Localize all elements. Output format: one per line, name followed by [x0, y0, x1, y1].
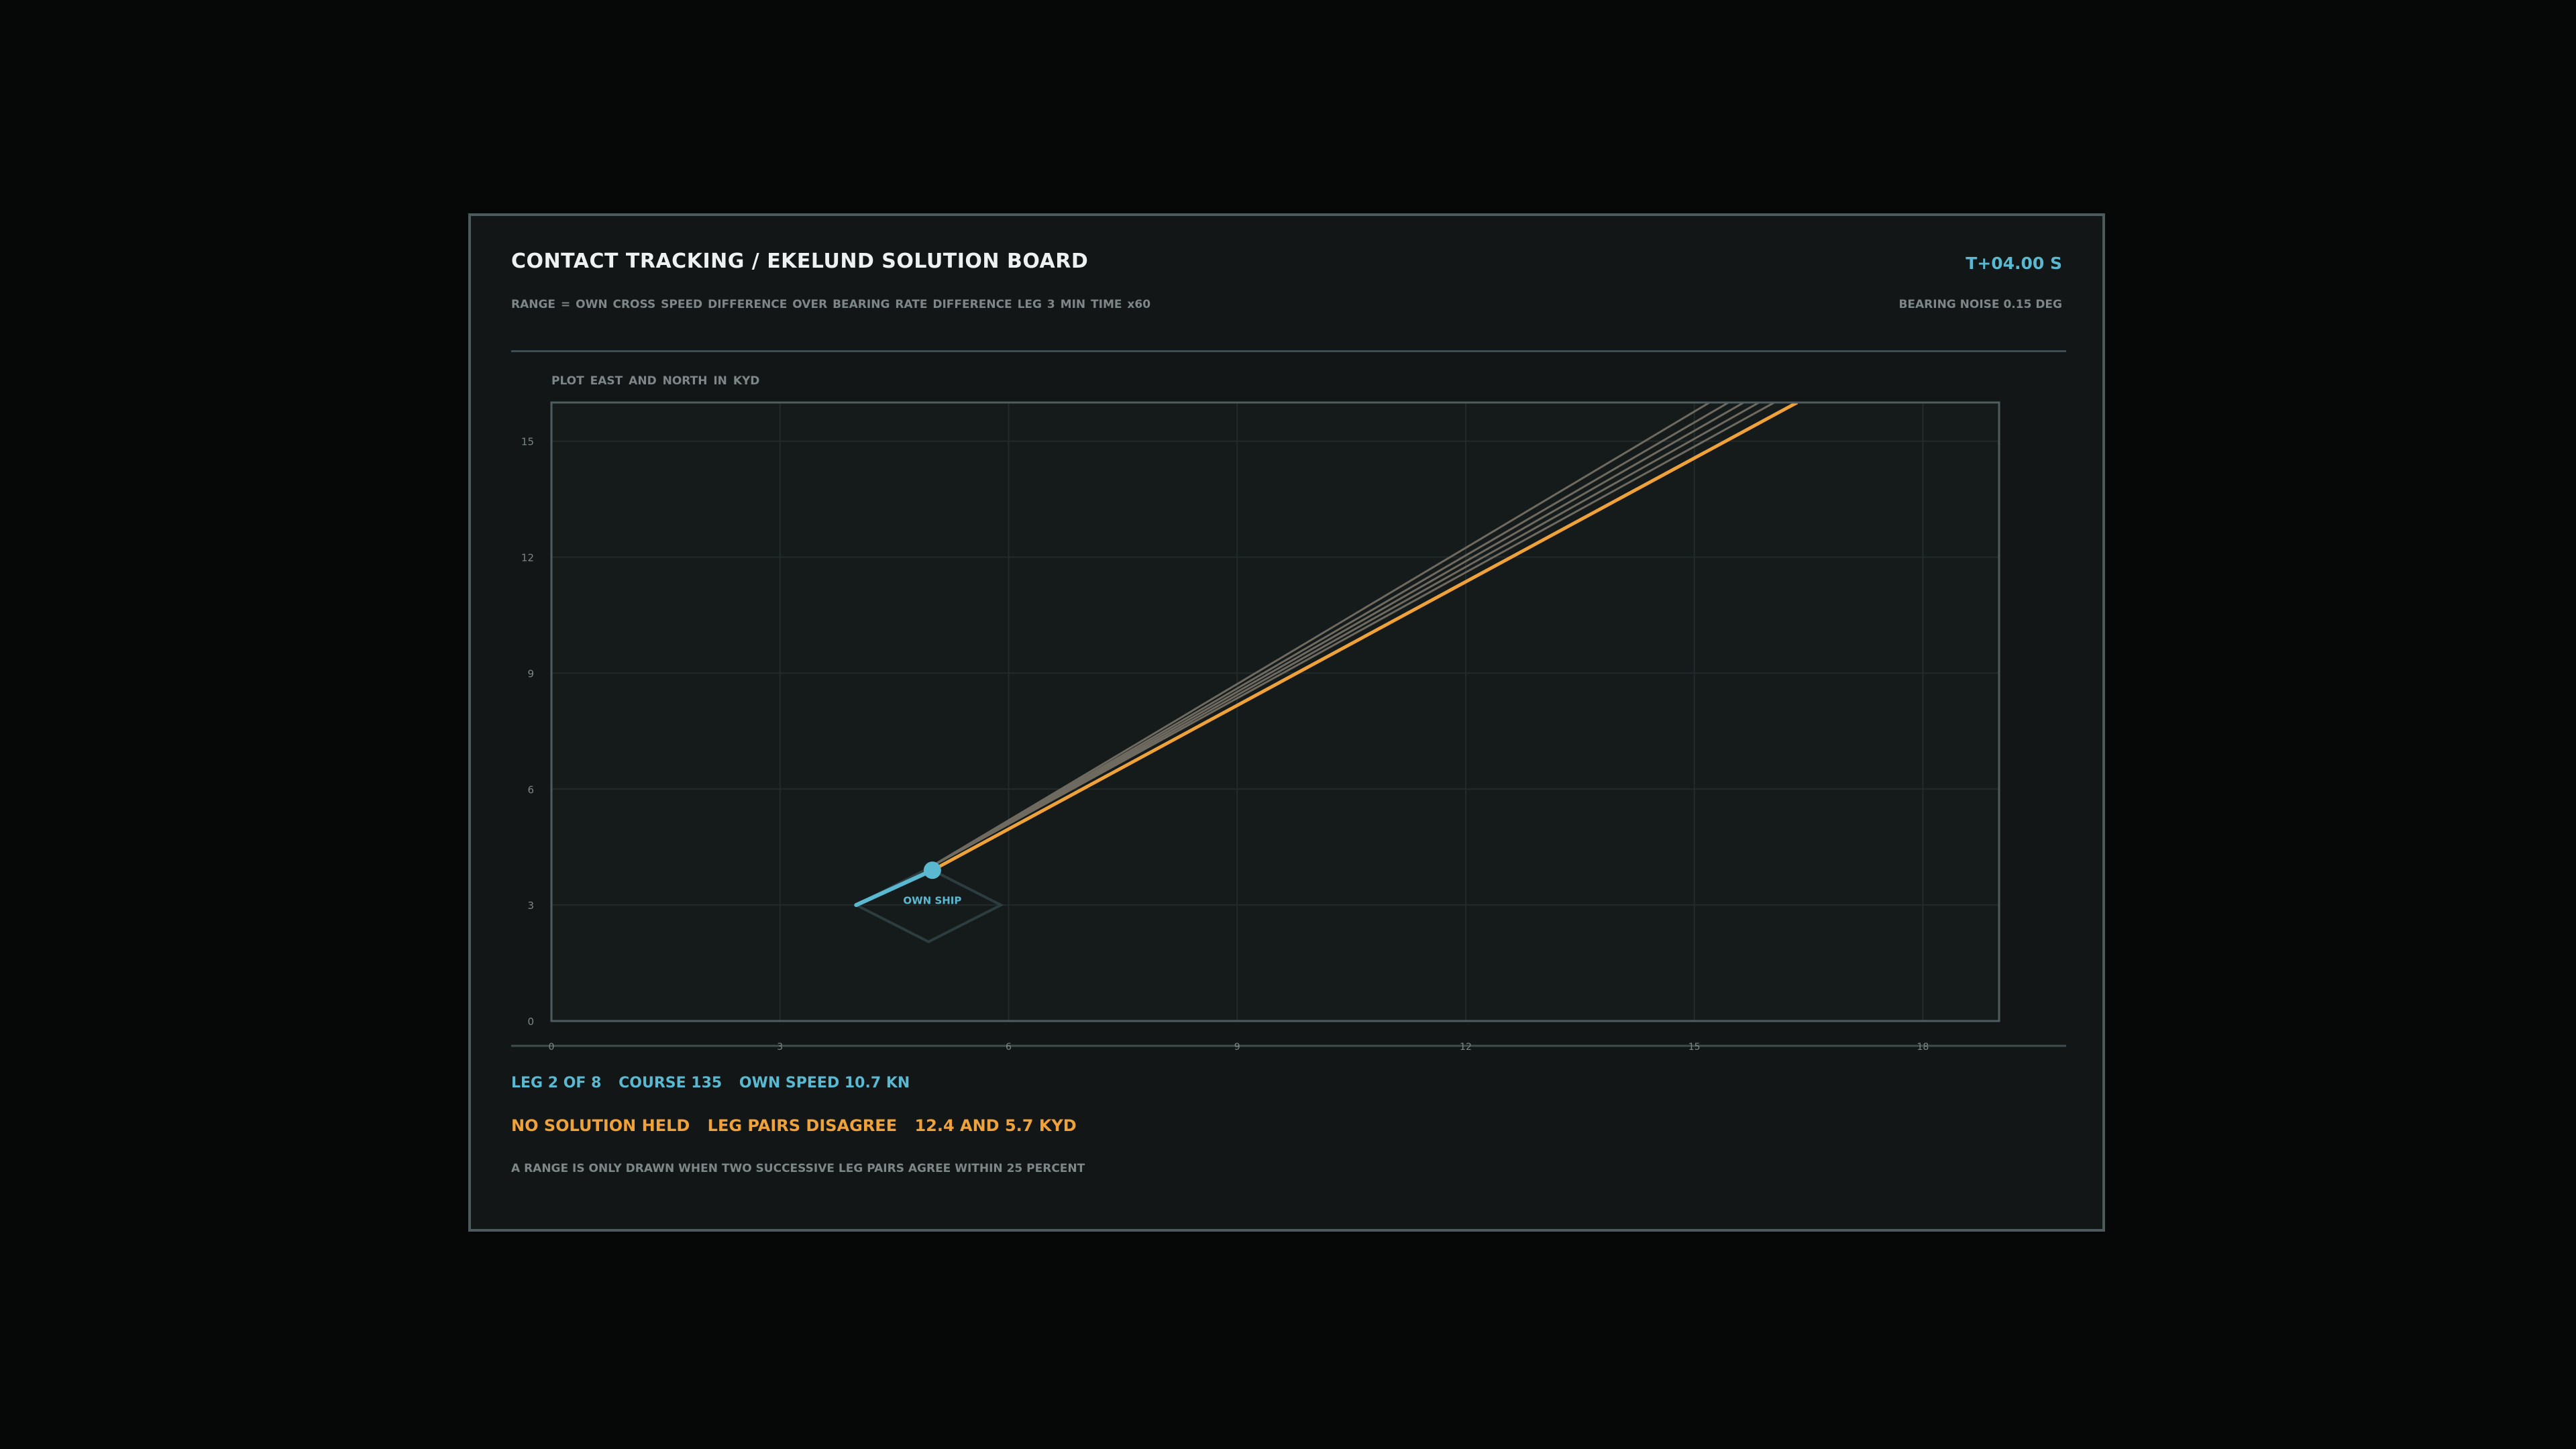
solution-board-panel: CONTACT TRACKING / EKELUND SOLUTION BOAR…: [468, 213, 2105, 1232]
own-speed-readout: OWN SPEED 10.7 KN: [739, 1075, 910, 1091]
y-tick-label: 3: [527, 900, 534, 912]
course-readout: COURSE 135: [619, 1075, 722, 1091]
x-tick-label: 9: [1234, 1042, 1240, 1053]
y-tick-label: 0: [527, 1016, 534, 1028]
y-tick-label: 6: [527, 784, 534, 796]
own-ship-label: OWN SHIP: [903, 894, 961, 906]
x-tick-label: 0: [549, 1042, 555, 1053]
x-tick-label: 3: [777, 1042, 783, 1053]
leg-counter: LEG 2 OF 8: [511, 1075, 602, 1091]
y-tick-label: 9: [527, 667, 534, 680]
plot-background: [551, 402, 1999, 1021]
x-tick-label: 6: [1006, 1042, 1012, 1053]
leg-info: LEG 2 OF 8 COURSE 135 OWN SPEED 10.7 KN: [511, 1075, 922, 1091]
y-tick-label: 15: [521, 436, 534, 448]
x-tick-label: 18: [1917, 1042, 1929, 1053]
x-tick-label: 15: [1688, 1042, 1701, 1053]
disagreeing-ranges: 12.4 AND 5.7 KYD: [914, 1116, 1077, 1135]
leg-pairs-disagree-label: LEG PAIRS DISAGREE: [707, 1116, 898, 1135]
solution-status: NO SOLUTION HELD LEG PAIRS DISAGREE 12.4…: [511, 1116, 1089, 1135]
y-tick-label: 12: [521, 552, 534, 564]
tracking-plot: OWN SHIP 0 3 6 9 12 15 0 3 6 9 12 15 18: [511, 401, 2066, 1053]
own-ship-marker: [923, 861, 941, 879]
x-tick-label: 12: [1460, 1042, 1472, 1053]
solution-status-label: NO SOLUTION HELD: [511, 1116, 690, 1135]
range-rule-note: A RANGE IS ONLY DRAWN WHEN TWO SUCCESSIV…: [511, 1162, 1085, 1175]
